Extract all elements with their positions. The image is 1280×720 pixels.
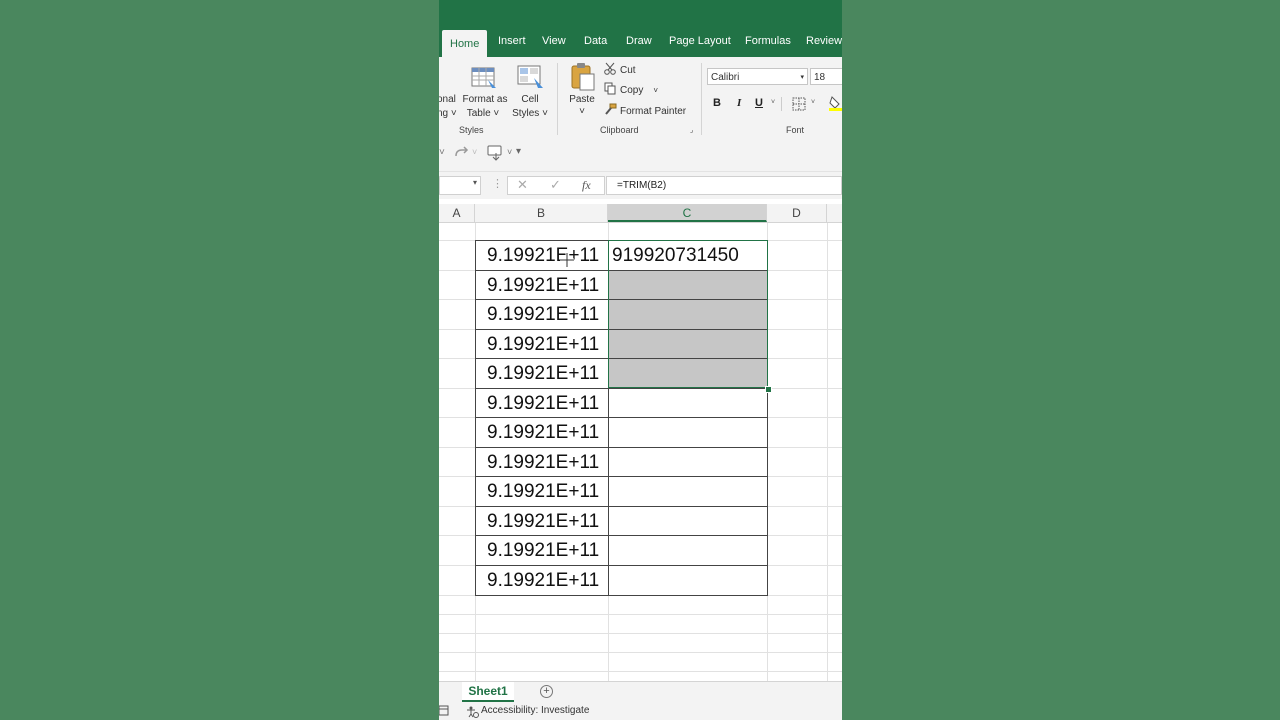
excel-window: Home Insert View Data Draw Page Layout F… [439, 0, 842, 720]
tab-view[interactable]: View [542, 35, 566, 47]
tab-data[interactable]: Data [584, 35, 607, 47]
ribbon-separator [781, 97, 782, 111]
format-as-table-label-1[interactable]: Format as [461, 93, 509, 107]
more-options-icon[interactable]: ⋮ [492, 177, 503, 190]
underline-button[interactable]: U [755, 97, 763, 109]
styles-group-label: Styles [459, 125, 484, 135]
borders-dropdown-icon[interactable]: ˅ [811, 99, 815, 106]
worksheet-grid[interactable]: 9.19921E+11 9.19921E+11 9.19921E+11 9.19… [439, 223, 842, 681]
customize-qat-icon[interactable]: ▾ [516, 146, 521, 157]
mouse-cursor-icon [560, 253, 574, 272]
enter-check-icon[interactable]: ✓ [550, 177, 561, 193]
cell-b12[interactable]: 9.19921E+11 [487, 536, 599, 565]
redo-icon[interactable] [453, 146, 469, 165]
ribbon-separator [701, 63, 702, 135]
formula-input[interactable]: =TRIM(B2) [606, 176, 842, 195]
format-as-table-icon[interactable] [471, 66, 497, 90]
column-header-b[interactable]: B [475, 204, 608, 222]
format-painter-button[interactable]: Format Painter [604, 103, 686, 119]
cell-c2[interactable]: 919920731450 [612, 241, 739, 270]
cell-mode-icon [439, 705, 449, 719]
column-header-c[interactable]: C [608, 204, 767, 222]
gridline [439, 652, 842, 653]
paintbrush-icon [604, 103, 617, 119]
italic-button[interactable]: I [737, 97, 741, 109]
paste-icon[interactable] [570, 62, 596, 92]
undo-dropdown-icon[interactable]: ˅ [439, 147, 445, 158]
redo-dropdown-icon[interactable]: ˅ [472, 147, 477, 157]
underline-dropdown-icon[interactable]: ˅ [771, 99, 775, 106]
gridline [439, 671, 842, 672]
column-header-e[interactable] [827, 204, 842, 222]
accessibility-icon[interactable] [466, 705, 479, 720]
ribbon-separator [557, 63, 558, 135]
copy-icon [604, 82, 617, 98]
accessibility-status[interactable]: Accessibility: Investigate [481, 705, 589, 716]
sheet-tabs-bar: Sheet1 + [439, 681, 842, 703]
cell-b10[interactable]: 9.19921E+11 [487, 477, 599, 506]
touch-mode-icon[interactable] [487, 145, 503, 166]
ribbon: onal ng ˅ Format as Table ˅ Cell Styles … [439, 57, 842, 140]
cell-styles-label-1[interactable]: Cell [517, 93, 543, 107]
gridline [439, 633, 842, 634]
cell-b3[interactable]: 9.19921E+11 [487, 271, 599, 300]
cell-b6[interactable]: 9.19921E+11 [487, 359, 599, 388]
column-header-a[interactable]: A [439, 204, 475, 222]
name-box[interactable]: ▾ [439, 176, 481, 195]
cell-b2[interactable]: 9.19921E+11 [487, 241, 599, 270]
cell-b4[interactable]: 9.19921E+11 [487, 300, 599, 329]
quick-access-toolbar: ˅ ˅ ˅ ▾ [439, 139, 842, 172]
cell-b9[interactable]: 9.19921E+11 [487, 448, 599, 477]
tab-page-layout[interactable]: Page Layout [669, 35, 731, 47]
cut-button[interactable]: Cut [604, 62, 636, 78]
tab-insert[interactable]: Insert [498, 35, 526, 47]
insert-function-button[interactable]: fx [582, 178, 591, 193]
fill-handle[interactable] [765, 386, 772, 393]
cell-b8[interactable]: 9.19921E+11 [487, 418, 599, 447]
formula-bar: ▾ ⋮ ✕ ✓ fx =TRIM(B2) [439, 172, 842, 199]
chevron-down-icon: ▾ [800, 74, 804, 81]
touch-dropdown-icon[interactable]: ˅ [507, 147, 512, 157]
cell-styles-label-2[interactable]: Styles ˅ [509, 107, 551, 121]
cell-b11[interactable]: 9.19921E+11 [487, 507, 599, 536]
chevron-down-icon: ▾ [472, 178, 477, 187]
cancel-icon[interactable]: ✕ [517, 177, 528, 193]
conditional-formatting-label-1[interactable]: onal [439, 93, 456, 107]
add-sheet-icon[interactable]: + [540, 685, 553, 698]
background-right [842, 0, 1280, 720]
font-name-select[interactable]: Calibri ▾ [707, 68, 808, 85]
gridline [439, 614, 842, 615]
cell-b5[interactable]: 9.19921E+11 [487, 330, 599, 359]
conditional-formatting-label-2[interactable]: ng ˅ [439, 107, 459, 121]
cell-b13[interactable]: 9.19921E+11 [487, 566, 599, 595]
font-group-label: Font [786, 125, 805, 135]
paste-dropdown-icon[interactable]: ˅ [577, 105, 587, 119]
column-header-d[interactable]: D [767, 204, 827, 222]
fill-color-icon[interactable] [829, 95, 842, 116]
background-left [0, 0, 439, 720]
title-bar [439, 0, 842, 29]
tab-home[interactable]: Home [442, 30, 488, 58]
font-size-select[interactable]: 18 [810, 68, 842, 85]
sheet-tab-sheet1[interactable]: Sheet1 [462, 682, 514, 702]
cell-b7[interactable]: 9.19921E+11 [487, 389, 599, 418]
column-headers: A B C D [439, 204, 842, 223]
ribbon-tabs: Home Insert View Data Draw Page Layout F… [439, 29, 842, 58]
copy-dropdown-icon[interactable]: ˅ [653, 86, 658, 95]
bold-button[interactable]: B [713, 97, 721, 109]
copy-button[interactable]: Copy ˅ [604, 82, 658, 98]
clipboard-dialog-launcher-icon[interactable]: ⌟ [690, 126, 693, 134]
scissors-icon [604, 62, 617, 78]
cell-styles-icon[interactable] [516, 64, 544, 90]
clipboard-group-label: Clipboard [600, 125, 639, 135]
formula-buttons: ✕ ✓ fx [507, 176, 605, 195]
tab-draw[interactable]: Draw [626, 35, 652, 47]
borders-icon[interactable] [792, 97, 806, 116]
format-as-table-label-2[interactable]: Table ˅ [461, 107, 505, 121]
status-bar: Accessibility: Investigate [439, 702, 842, 720]
gridline [827, 223, 828, 681]
tab-review[interactable]: Review [806, 35, 842, 47]
tab-formulas[interactable]: Formulas [745, 35, 791, 47]
